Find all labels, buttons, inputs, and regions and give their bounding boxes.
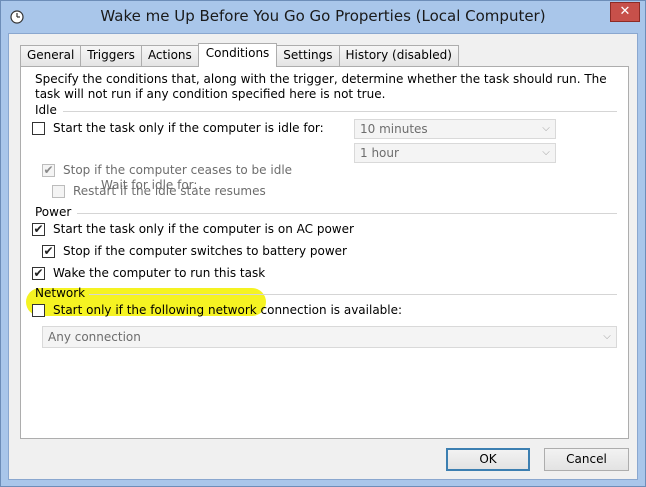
check-icon: ✔ (43, 162, 54, 177)
chevron-down-icon: ⌵ (542, 147, 550, 158)
title-bar[interactable]: Wake me Up Before You Go Go Properties (… (1, 1, 645, 33)
battery-stop-checkbox[interactable]: ✔ (42, 243, 55, 258)
tab-conditions[interactable]: Conditions (197, 43, 278, 67)
network-only-label: Start only if the following network conn… (53, 303, 403, 317)
network-connection-select[interactable]: Any connection ⌵ (42, 326, 617, 348)
wake-label: Wake the computer to run this task (53, 266, 266, 280)
idle-start-row[interactable]: Start the task only if the computer is i… (32, 120, 324, 136)
wake-checkbox[interactable]: ✔ (32, 265, 45, 280)
window-title: Wake me Up Before You Go Go Properties (… (100, 7, 546, 25)
check-icon: ✔ (43, 243, 54, 258)
idle-duration-select[interactable]: 10 minutes ⌵ (354, 119, 556, 139)
tab-settings[interactable]: Settings (276, 45, 340, 66)
ac-power-checkbox[interactable]: ✔ (32, 221, 45, 236)
idle-divider (63, 111, 617, 112)
stop-if-not-idle-row[interactable]: ✔ Stop if the computer ceases to be idle (42, 162, 292, 178)
restart-if-idle-row[interactable]: Restart if the idle state resumes (52, 183, 266, 199)
network-group-label: Network (35, 286, 86, 300)
network-only-checkbox[interactable] (32, 303, 45, 317)
power-group-label: Power (35, 205, 72, 219)
stop-if-not-idle-checkbox[interactable]: ✔ (42, 162, 55, 177)
properties-window: Wake me Up Before You Go Go Properties (… (0, 0, 646, 487)
tab-actions[interactable]: Actions (140, 45, 199, 66)
close-button[interactable]: ✕ (610, 2, 640, 22)
conditions-description: Specify the conditions that, along with … (35, 72, 607, 101)
network-only-row[interactable]: Start only if the following network conn… (32, 302, 402, 318)
ac-power-row[interactable]: ✔ Start the task only if the computer is… (32, 221, 354, 237)
wait-duration-value: 1 hour (360, 146, 399, 160)
idle-group-label: Idle (35, 103, 57, 117)
battery-stop-row[interactable]: ✔ Stop if the computer switches to batte… (42, 243, 347, 259)
check-icon: ✔ (33, 265, 44, 280)
conditions-panel: Specify the conditions that, along with … (20, 66, 629, 439)
chevron-down-icon: ⌵ (603, 331, 611, 342)
tab-history[interactable]: History (disabled) (338, 45, 459, 66)
network-divider (89, 294, 617, 295)
battery-stop-label: Stop if the computer switches to battery… (63, 244, 347, 258)
stop-if-not-idle-label: Stop if the computer ceases to be idle (63, 163, 293, 177)
idle-duration-value: 10 minutes (360, 122, 428, 136)
idle-start-checkbox[interactable] (32, 121, 45, 135)
wake-row[interactable]: ✔ Wake the computer to run this task (32, 265, 265, 281)
power-divider (77, 213, 617, 214)
restart-if-idle-checkbox[interactable] (52, 184, 65, 198)
idle-start-label: Start the task only if the computer is i… (53, 121, 324, 135)
network-connection-value: Any connection (48, 330, 141, 344)
restart-if-idle-label: Restart if the idle state resumes (73, 184, 266, 198)
tab-general[interactable]: General (20, 45, 82, 66)
cancel-button[interactable]: Cancel (544, 448, 629, 471)
wait-duration-select[interactable]: 1 hour ⌵ (354, 143, 556, 163)
ok-button[interactable]: OK (446, 448, 530, 471)
ac-power-label: Start the task only if the computer is o… (53, 222, 354, 236)
check-icon: ✔ (33, 221, 44, 236)
dialog-body: General Triggers Actions Conditions Sett… (8, 33, 638, 480)
tab-triggers[interactable]: Triggers (80, 45, 142, 66)
tab-strip: General Triggers Actions Conditions Sett… (20, 43, 459, 67)
chevron-down-icon: ⌵ (542, 123, 550, 134)
